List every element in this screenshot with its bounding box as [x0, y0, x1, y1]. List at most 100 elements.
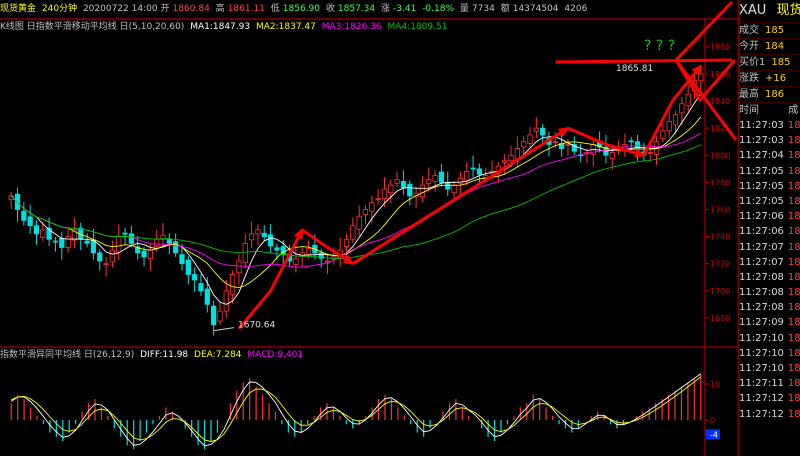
- quote-header: 现货黄金 240分钟 20200722 14:00 开 1860.84 高 1861.…: [0, 4, 588, 14]
- tick-value: 18: [787, 271, 800, 283]
- tick-time: 11:27:09: [739, 317, 784, 329]
- candle-body: [362, 209, 369, 215]
- side-row-label: 涨跌: [739, 73, 759, 84]
- tick-value: 18: [787, 180, 800, 192]
- high-marker-label: 1865.81: [616, 64, 653, 74]
- macd-legend-title[interactable]: 指数平滑异同平均线 日(26,12,9): [0, 350, 134, 360]
- tick-list[interactable]: 11:27:03 18 11:27:03 18 11:27:04 18 11:27:05 18…: [739, 118, 800, 422]
- y-tick-label: 1740: [710, 233, 730, 242]
- macd-y-tick-label: 10: [710, 380, 720, 389]
- candle-body: [451, 184, 457, 194]
- candle-body: [122, 232, 128, 235]
- candle-body: [660, 130, 666, 139]
- tick-row: 11:27:04 18: [739, 148, 800, 163]
- macd-y-tick-label: -4: [710, 430, 718, 439]
- candle-body: [679, 103, 685, 114]
- ma-legend-title[interactable]: K线图 日指数平滑移动平均线 日(5,10,20,60): [0, 22, 184, 32]
- y-tick-label: 1680: [710, 314, 730, 323]
- tick-time: 11:27:03: [739, 135, 784, 147]
- side-row-value: 184: [765, 41, 785, 52]
- dea-label: DEA:7.284: [194, 350, 242, 360]
- candle-body: [40, 229, 46, 238]
- candle-body: [84, 240, 90, 244]
- y-tick-label: 1760: [710, 205, 730, 214]
- price-chart[interactable]: 1680170017201740176017801800182018401860…: [0, 0, 738, 456]
- candle-body: [217, 310, 223, 322]
- tick-time: 11:27:05: [739, 165, 784, 177]
- candle-body: [514, 148, 520, 160]
- candle-body: [508, 154, 514, 162]
- change-value: -3.41: [393, 4, 417, 14]
- quote-side-panel: XAU 现货 成交 185 今开 184 买价1 185 涨跌 +16 最高 186 时间 成 1…: [738, 0, 800, 456]
- candle-body: [464, 171, 470, 181]
- tick-row: 11:27:10 18: [739, 361, 800, 376]
- tick-value: 18: [787, 363, 800, 374]
- side-header: XAU 现货: [739, 0, 800, 22]
- candle-body: [274, 247, 280, 251]
- macd-legend: 指数平滑异同平均线 日(26,12,9) DIFF:11.98 DEA:7.28…: [0, 348, 306, 362]
- tick-row: 11:27:10 18: [739, 346, 800, 361]
- candle-body: [141, 250, 147, 258]
- y-tick-label: 1780: [710, 178, 730, 187]
- tick-row: 11:27:12 18: [739, 391, 800, 406]
- side-row: 成交 185: [739, 22, 800, 38]
- side-row-label: 最高: [739, 89, 759, 100]
- candle-body: [533, 127, 539, 132]
- tick-row: 11:27:11 18: [739, 376, 800, 391]
- candle-body: [343, 238, 350, 248]
- tick-value: 18: [787, 287, 800, 299]
- candle-body: [185, 259, 191, 275]
- tick-value: 18: [787, 378, 800, 390]
- tick-row: 11:27:03 18: [739, 133, 800, 148]
- candle-body: [394, 179, 400, 184]
- candle-body: [350, 225, 356, 240]
- ma3-label: MA3:1826.36: [321, 22, 382, 32]
- side-row-value: 185: [771, 57, 791, 68]
- candle-body: [305, 248, 312, 256]
- candle-body: [59, 238, 65, 248]
- candle-body: [211, 305, 217, 326]
- tick-value: 18: [787, 393, 800, 405]
- tick-row: 11:27:06 18: [739, 209, 800, 224]
- y-tick-label: 1720: [710, 260, 730, 269]
- candle-body: [565, 144, 571, 146]
- tick-row: 11:27:08 18: [739, 300, 800, 315]
- candle-body: [128, 233, 134, 244]
- macd-label: MACD:9.401: [247, 350, 304, 360]
- tick-row: 11:27:07 18: [739, 240, 800, 255]
- low-marker-label: 1670.64: [238, 321, 275, 331]
- tick-row: 11:27:08 18: [739, 270, 800, 285]
- side-rows: 成交 185 今开 184 买价1 185 涨跌 +16 最高 186: [739, 22, 800, 102]
- ma3-line: [10, 132, 702, 268]
- period-label[interactable]: 240分钟: [42, 4, 77, 14]
- side-row: 买价1 185: [739, 54, 800, 70]
- candle-body: [261, 232, 267, 237]
- candle-body: [179, 254, 185, 265]
- tick-value: 18: [787, 211, 800, 223]
- tick-row: 11:27:10 18: [739, 331, 800, 346]
- candle-body: [527, 134, 533, 144]
- side-row: 今开 184: [739, 38, 800, 54]
- y-tick-label: 1700: [710, 287, 730, 296]
- side-row: 最高 186: [739, 86, 800, 102]
- candle-body: [438, 171, 445, 183]
- candle-body: [609, 152, 615, 160]
- candle-body: [666, 120, 672, 132]
- tick-value: 18: [787, 120, 800, 131]
- volume-value: 7734: [471, 4, 495, 14]
- candle-body: [236, 260, 242, 274]
- tick-value: 18: [787, 135, 800, 147]
- tick-value: 18: [787, 241, 800, 253]
- tick-value: 18: [787, 165, 800, 177]
- candle-body: [116, 236, 122, 253]
- diff-line: [10, 373, 702, 447]
- instrument-name: 现货黄金: [0, 4, 37, 14]
- date-time: 20200722 14:00: [82, 4, 158, 14]
- high-value: 1861.11: [227, 4, 265, 14]
- candle-body: [685, 93, 691, 106]
- tick-time: 11:27:06: [739, 211, 784, 223]
- tick-row: 11:27:08 18: [739, 285, 800, 300]
- tick-value: 18: [787, 302, 800, 314]
- candle-body: [248, 233, 255, 241]
- tick-time: 11:27:04: [739, 150, 784, 162]
